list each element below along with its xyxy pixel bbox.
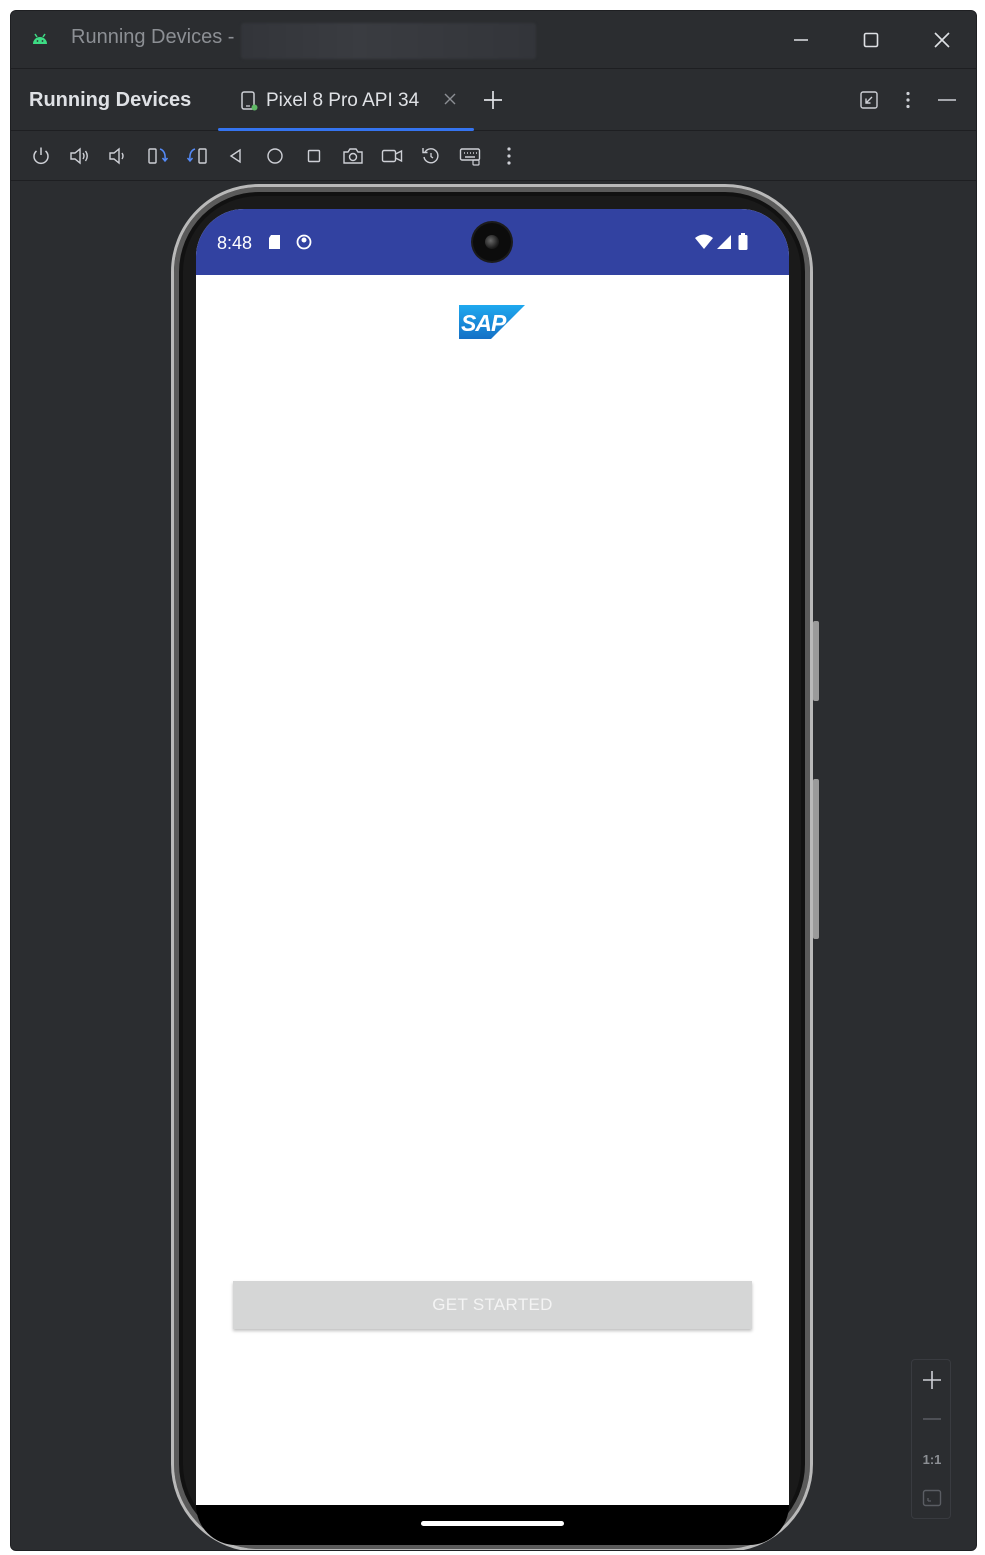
volume-down-button[interactable] <box>106 144 130 168</box>
actual-size-label: 1:1 <box>922 1451 942 1467</box>
window-title: Running Devices - <box>71 26 235 48</box>
home-icon <box>267 148 283 164</box>
minimize-icon <box>794 39 808 41</box>
overview-button[interactable] <box>302 144 326 168</box>
fit-screen-button[interactable] <box>920 1486 944 1510</box>
reset-icon <box>422 148 439 164</box>
wifi-icon <box>695 234 713 249</box>
zoom-controls: 1:1 <box>911 1359 951 1519</box>
status-bar: 8:48 <box>196 209 789 275</box>
tool-window-header: Running Devices Pixel 8 Pro API 34 <box>11 69 976 131</box>
device-toolbar <box>11 131 976 181</box>
screenshot-button[interactable] <box>341 144 365 168</box>
sap-logo-text: SAP <box>461 310 507 336</box>
status-time: 8:48 <box>217 233 253 253</box>
close-tab-icon[interactable] <box>442 91 458 107</box>
rotate-right-icon <box>186 148 207 164</box>
hide-icon <box>938 99 956 101</box>
rotate-left-button[interactable] <box>146 144 170 168</box>
sap-logo: SAP <box>459 305 525 339</box>
tab-pixel-8-pro[interactable]: Pixel 8 Pro API 34 <box>218 69 474 131</box>
power-icon <box>33 147 49 165</box>
options-menu-button[interactable] <box>897 89 919 111</box>
front-camera <box>473 223 511 261</box>
volume-up-icon <box>70 147 88 165</box>
actual-size-button[interactable]: 1:1 <box>920 1447 944 1471</box>
plus-icon <box>923 1371 941 1389</box>
minimize-button[interactable] <box>786 25 816 55</box>
ide-window: Running Devices - Running Devices Pixel … <box>10 10 977 1551</box>
zoom-out-button[interactable] <box>920 1407 944 1431</box>
overview-icon <box>307 149 321 163</box>
more-vertical-icon <box>906 91 910 109</box>
volume-down-icon <box>109 147 124 165</box>
phone-volume-key <box>813 779 819 939</box>
restore-icon <box>860 91 878 109</box>
device-viewport: 8:48 SAP GET STARTED 1:1 <box>11 181 976 1550</box>
device-icon <box>241 91 258 111</box>
tab-label: Pixel 8 Pro API 34 <box>266 90 420 111</box>
back-button[interactable] <box>224 144 248 168</box>
volume-up-button[interactable] <box>68 144 92 168</box>
hide-panel-button[interactable] <box>936 89 958 111</box>
zoom-in-button[interactable] <box>920 1368 944 1392</box>
device-screen[interactable]: 8:48 SAP GET STARTED <box>196 209 789 1505</box>
fit-screen-icon <box>922 1489 942 1507</box>
minus-icon <box>923 1418 941 1420</box>
android-icon <box>33 33 47 44</box>
close-icon <box>934 32 950 48</box>
more-actions-button[interactable] <box>497 144 521 168</box>
restore-layout-button[interactable] <box>858 89 880 111</box>
signal-icon <box>717 235 731 249</box>
phone-power-key <box>813 621 819 701</box>
screenshot-icon <box>343 148 363 164</box>
tool-window-title: Running Devices <box>29 89 192 111</box>
home-gesture-bar[interactable] <box>421 1521 564 1526</box>
rotate-right-button[interactable] <box>185 144 209 168</box>
plus-icon[interactable] <box>481 88 505 112</box>
title-bar: Running Devices - <box>11 11 976 69</box>
debug-icon <box>296 234 312 250</box>
home-button[interactable] <box>263 144 287 168</box>
power-button[interactable] <box>29 144 53 168</box>
keyboard-icon <box>459 148 481 166</box>
sd-card-icon <box>269 235 280 249</box>
rotate-left-icon <box>148 148 169 164</box>
maximize-button[interactable] <box>856 25 886 55</box>
get-started-button[interactable]: GET STARTED <box>233 1281 752 1329</box>
reset-device-button[interactable] <box>419 144 443 168</box>
close-window-button[interactable] <box>927 25 957 55</box>
maximize-icon <box>863 32 879 48</box>
keyboard-button[interactable] <box>458 144 482 168</box>
screen-record-button[interactable] <box>380 144 404 168</box>
more-vertical-icon <box>507 147 511 165</box>
screen-record-icon <box>381 149 403 163</box>
battery-icon <box>738 233 748 250</box>
back-icon <box>229 148 241 164</box>
redacted-project-name <box>241 23 536 59</box>
